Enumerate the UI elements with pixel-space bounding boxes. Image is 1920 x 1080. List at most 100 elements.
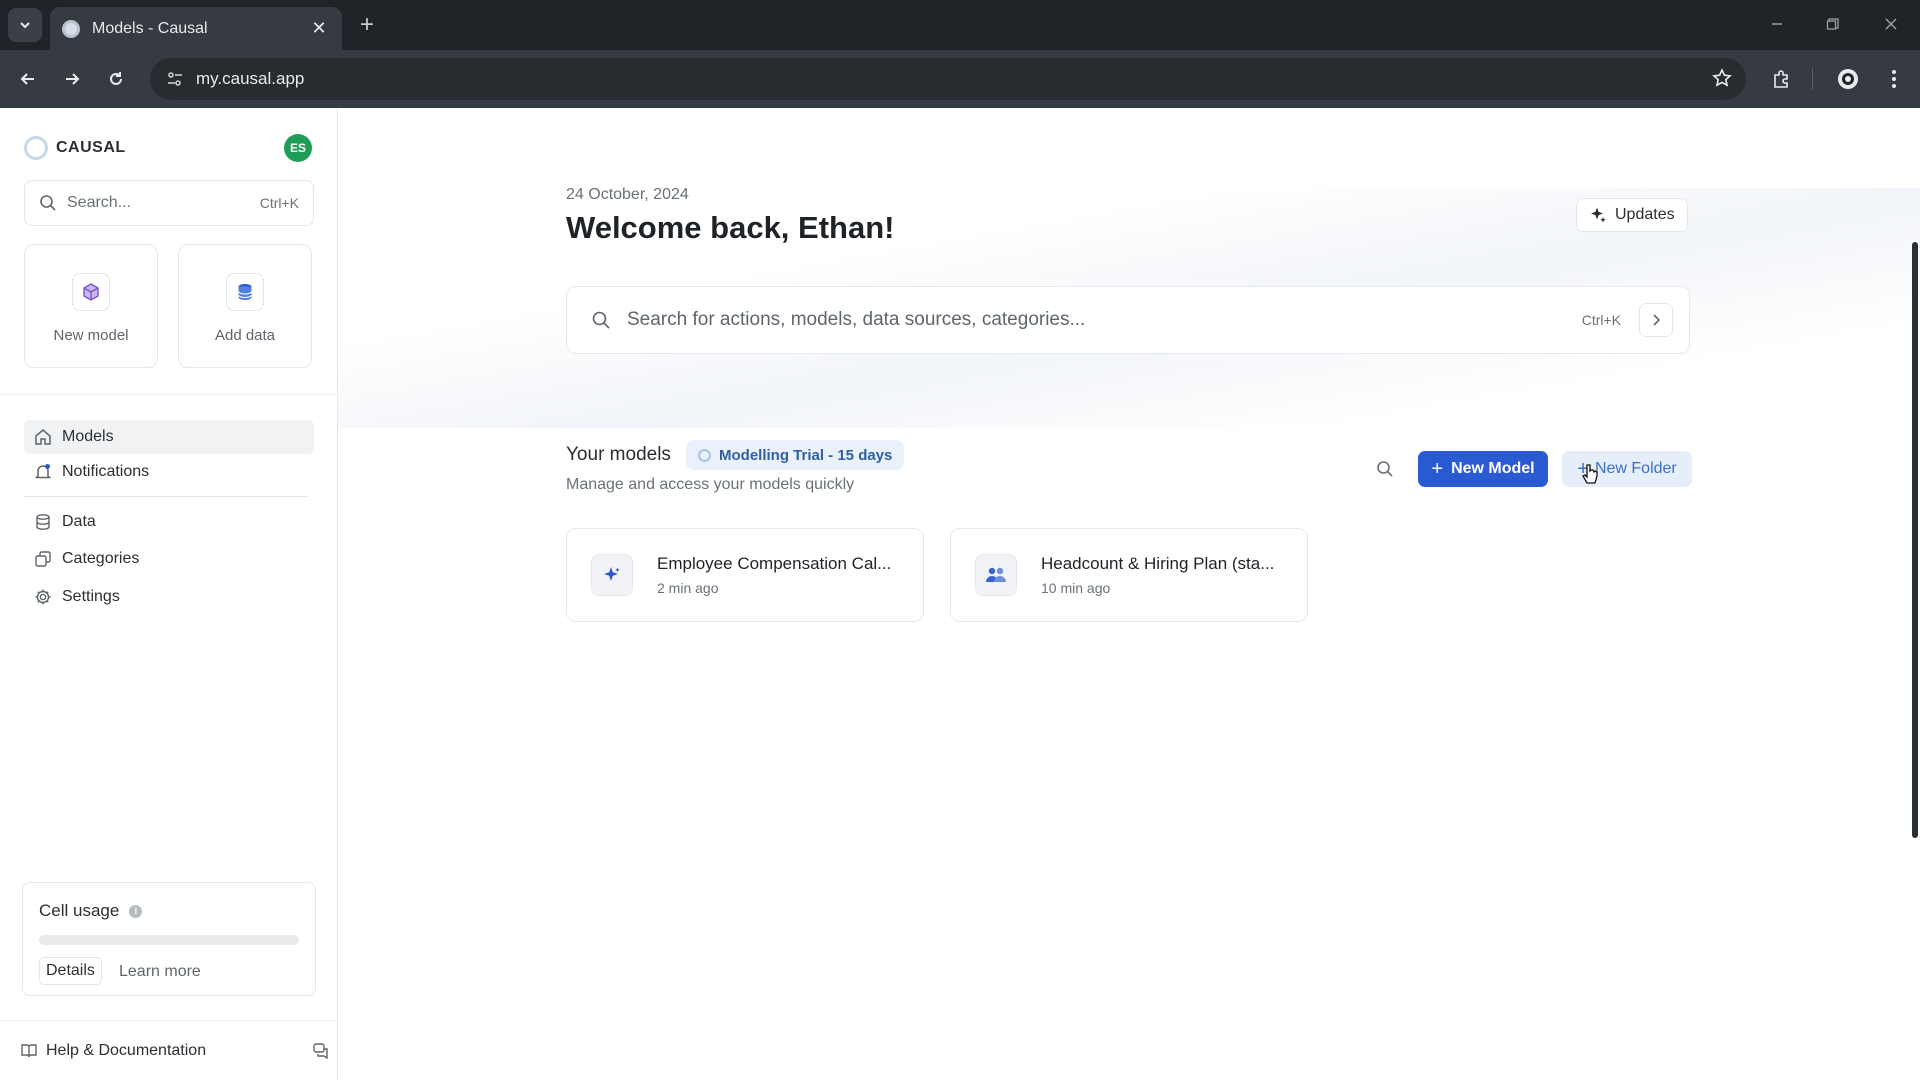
close-window-icon[interactable] (1876, 10, 1906, 40)
sidebar: CAUSAL ES Search... Ctrl+K New model Add… (0, 108, 338, 1080)
chevron-right-icon (1653, 314, 1661, 326)
cube-icon (72, 273, 110, 311)
browser-tab-active[interactable]: Models - Causal ✕ (50, 7, 342, 50)
copy-icon (35, 551, 51, 567)
causal-logo-icon (24, 136, 48, 160)
search-icon (1377, 461, 1393, 477)
models-search-button[interactable] (1372, 456, 1398, 482)
new-folder-label: New Folder (1594, 460, 1677, 477)
reload-button[interactable] (100, 63, 132, 95)
global-search-input[interactable]: Search for actions, models, data sources… (566, 286, 1690, 354)
cell-usage-title: Cell usage i (39, 901, 143, 921)
tab-title: Models - Causal (92, 19, 208, 37)
search-go-button[interactable] (1639, 303, 1673, 337)
brand-logo[interactable]: CAUSAL (24, 136, 126, 160)
updates-button[interactable]: Updates (1576, 198, 1688, 232)
trial-ring-icon (698, 448, 711, 462)
new-model-label: New Model (1451, 460, 1535, 477)
mouse-cursor-icon (1582, 464, 1598, 484)
cell-usage-progress (39, 935, 299, 945)
help-documentation-label: Help & Documentation (46, 1041, 207, 1059)
browser-tabstrip: Models - Causal ✕ + (0, 0, 1920, 50)
sparkle-icon (591, 554, 633, 596)
home-icon (35, 429, 51, 445)
sidebar-item-data[interactable]: Data (24, 505, 314, 539)
model-updated-time: 2 min ago (657, 580, 719, 596)
book-icon (21, 1043, 37, 1057)
people-icon (975, 554, 1017, 596)
search-icon (40, 195, 56, 211)
forward-button[interactable] (56, 63, 88, 95)
chat-icon[interactable] (312, 1042, 330, 1060)
new-tab-button[interactable]: + (352, 10, 382, 40)
reload-icon (110, 72, 122, 85)
restore-icon[interactable] (1818, 10, 1848, 40)
sidebar-item-settings[interactable]: Settings (24, 580, 314, 614)
arrow-right-icon (66, 73, 80, 85)
learn-more-link[interactable]: Learn more (119, 963, 201, 981)
sidebar-nav-separator (24, 496, 308, 497)
sidebar-item-label: Notifications (62, 463, 150, 480)
sidebar-item-label: Data (62, 513, 96, 530)
url-text: my.causal.app (196, 69, 305, 88)
database-icon (226, 273, 264, 311)
address-bar[interactable]: my.causal.app (150, 58, 1746, 100)
tab-search-button[interactable] (8, 8, 42, 42)
toolbar-divider (1812, 68, 1813, 90)
models-section-title: Your models (566, 444, 671, 465)
sidebar-item-label: Models (62, 428, 114, 445)
profile-icon[interactable] (1832, 63, 1864, 95)
sparkle-icon (1591, 207, 1606, 223)
current-date: 24 October, 2024 (566, 186, 689, 203)
browser-toolbar: my.causal.app (0, 50, 1920, 108)
sidebar-search-input[interactable]: Search... Ctrl+K (24, 180, 314, 226)
global-search-shortcut: Ctrl+K (1581, 312, 1621, 328)
updates-label: Updates (1615, 206, 1675, 223)
sidebar-divider (0, 394, 338, 395)
main-content: 24 October, 2024 Welcome back, Ethan! Up… (338, 108, 1920, 1080)
model-name: Employee Compensation Cal... (657, 554, 892, 573)
sidebar-item-label: Settings (62, 588, 120, 605)
sidebar-search-placeholder: Search... (67, 194, 132, 211)
details-button[interactable]: Details (39, 957, 102, 985)
plus-icon: + (1431, 457, 1444, 480)
info-icon[interactable]: i (129, 904, 143, 918)
cell-usage-title-text: Cell usage (39, 901, 120, 920)
cell-usage-panel: Cell usage i Details Learn more (22, 882, 316, 996)
model-card-headcount-hiring[interactable]: Headcount & Hiring Plan (sta... 10 min a… (950, 528, 1308, 622)
model-name: Headcount & Hiring Plan (sta... (1041, 554, 1275, 573)
new-model-card-label: New model (53, 327, 129, 344)
model-card-employee-compensation[interactable]: Employee Compensation Cal... 2 min ago (566, 528, 924, 622)
sidebar-item-notifications[interactable]: Notifications (24, 455, 314, 489)
add-data-card-label: Add data (214, 327, 276, 344)
close-tab-icon[interactable]: ✕ (308, 18, 330, 39)
browser-menu-icon[interactable] (1878, 63, 1910, 95)
chevron-down-icon (20, 22, 30, 29)
sidebar-item-models[interactable]: Models (24, 420, 314, 454)
bookmark-star-icon[interactable] (1712, 68, 1732, 93)
new-model-button[interactable]: + New Model (1418, 451, 1548, 487)
trial-badge-label: Modelling Trial - 15 days (719, 446, 893, 464)
sidebar-item-label: Categories (62, 550, 140, 567)
page-scrollbar[interactable] (1912, 242, 1918, 838)
add-data-card[interactable]: Add data (178, 244, 312, 368)
models-section-subtitle: Manage and access your models quickly (566, 476, 855, 493)
sidebar-search-shortcut: Ctrl+K (259, 195, 299, 211)
database-icon (36, 514, 50, 530)
page-title: Welcome back, Ethan! (566, 210, 895, 245)
search-icon (592, 311, 610, 329)
avatar[interactable]: ES (284, 134, 312, 162)
minimize-icon[interactable] (1762, 10, 1792, 40)
new-model-card[interactable]: New model (24, 244, 158, 368)
bell-icon (34, 464, 52, 479)
help-documentation-row[interactable]: Help & Documentation (0, 1020, 338, 1080)
extensions-icon[interactable] (1765, 63, 1797, 95)
favicon-icon (62, 19, 80, 38)
back-button[interactable] (12, 63, 44, 95)
global-search-placeholder: Search for actions, models, data sources… (627, 309, 1086, 330)
sidebar-item-categories[interactable]: Categories (24, 542, 314, 576)
brand-name: CAUSAL (56, 139, 126, 156)
trial-badge[interactable]: Modelling Trial - 15 days (686, 440, 905, 470)
gear-icon (35, 589, 51, 605)
site-settings-icon[interactable] (164, 68, 186, 90)
